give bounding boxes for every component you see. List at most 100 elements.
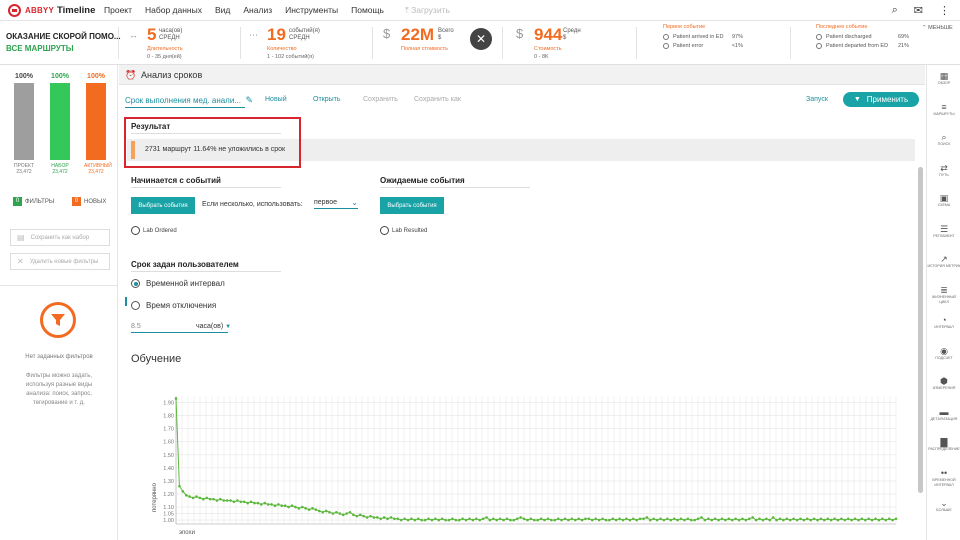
data-point [887,517,891,521]
open-button[interactable]: Открыть [313,96,341,103]
data-point [754,518,758,522]
rail-lifecycle[interactable]: ≣ ЖИЗНЕННЫЙ ЦИКЛ [927,285,960,305]
data-point [730,518,734,522]
divider [380,187,530,188]
kpi-cost[interactable]: $ 944 Средн $ Стоимость 0 - 8K [516,24,626,62]
rail-measure[interactable]: ⬢ ИЗМЕРЕНИЯ [927,376,960,391]
save-button[interactable]: Сохранить [363,96,398,103]
data-point [318,509,321,513]
last-event-row: Patient departed from ED 21% [816,43,909,49]
rail-label: ИЗМЕРЕНИЯ [932,386,956,390]
start-event-tag[interactable]: Lab Ordered [131,226,177,235]
menu-tools[interactable]: Инструменты [285,5,338,15]
analysis-name-field[interactable]: Срок выполнения мед. анали... ✎ [125,95,253,108]
data-point [427,517,430,521]
bar-project[interactable]: 100% ПРОЕКТ 23,472 [12,73,36,175]
menu-project[interactable]: Проект [104,5,132,15]
more-icon: ⌄ [940,498,948,508]
data-point [662,518,666,522]
menu-analysis[interactable]: Анализ [243,5,272,15]
search-icon: ⌕ [941,132,947,142]
pencil-icon[interactable]: ✎ [245,95,253,106]
search-icon[interactable]: ⌕ [892,4,898,17]
last-events[interactable]: Последнее событие Patient discharged 69% … [816,24,909,52]
kpi-count[interactable]: ⋯ 19 событий(я) СРЕДН Количество 1 - 102 … [249,24,369,62]
rail-count[interactable]: ◉ ПОДСЧЕТ [927,346,960,361]
save-as-button[interactable]: Сохранить как [414,96,461,103]
multiple-select[interactable]: первое ⌄ [314,198,358,209]
rail-metrics[interactable]: ↗ ИСТОРИЯ МЕТРИК [927,254,960,269]
first-events[interactable]: Первое событие Patient arrived in ED 97% … [663,24,743,52]
scrollbar[interactable] [918,167,923,493]
expected-event-tag[interactable]: Lab Resulted [380,226,427,235]
data-point [550,518,553,522]
bar-active[interactable]: 100% АКТИВНЫЙ 23,472 [84,73,112,175]
delete-new-filters-button[interactable]: ✕ Удалить новые фильтры [10,253,110,270]
duration-range: 0 - 35 дня(ей) [147,54,182,60]
y-tick-label: 1.70 [163,427,174,433]
data-point [747,517,751,521]
data-point [526,518,529,522]
event-icon [663,43,669,49]
route-set-all[interactable]: ВСЕ МАРШРУТЫ [6,44,74,53]
menu-dataset[interactable]: Набор данных [145,5,202,15]
y-tick-label: 1.60 [163,440,174,446]
menu-view[interactable]: Вид [215,5,230,15]
new-filters-chip[interactable]: 0 НОВЫХ [72,197,106,206]
upload-label: Загрузить [411,4,450,15]
rail-label: ЖИЗНЕННЫЙ ЦИКЛ [931,294,957,304]
data-point [666,517,669,521]
rail-dashboard[interactable]: ▦ ОБЗОР [927,71,960,86]
data-point [805,517,809,521]
data-point [659,517,662,521]
start-events-title: Начинается с событий [131,176,221,185]
kpi-duration[interactable]: ↔ 5 часа(ов) СРЕДН Длительность 0 - 35 дн… [129,24,239,62]
radio-time-interval[interactable]: Временной интервал [131,279,225,288]
rail-detail[interactable]: ▬ ДЕТАЛИЗАЦИЯ [927,407,960,422]
data-point [242,500,246,504]
radio-timeout[interactable]: Время отключения [131,301,216,310]
upload-button[interactable]: ⤒ Загрузить [405,5,450,16]
new-button[interactable]: Новый [265,96,287,103]
analysis-toolbar: Срок выполнения мед. анали... ✎ Новый От… [119,86,925,116]
rail-scheme[interactable]: ▣ СХЕМА [927,193,960,208]
mail-icon[interactable]: ✉ [914,4,923,17]
learning-chart: 1.90 1.80 1.70 1.60 1.50 1.40 1.30 1.20 1.101.05… [152,396,898,536]
kpi-separator [790,27,791,59]
run-button[interactable]: Запуск [806,96,828,103]
data-point [672,517,676,521]
collapse-kpi-button[interactable]: ⌃ МЕНЬШЕ [922,25,953,31]
learning-title: Обучение [131,353,182,365]
bar-dataset[interactable]: 100% НАБОР 23,472 [48,73,72,175]
rail-more[interactable]: ⌄ БОЛЬШЕ [927,498,960,513]
data-point [280,504,284,508]
y-tick-label: 1.30 [163,479,174,485]
kpi-total-cost[interactable]: $ 22M Всего $ Полная стоимость [383,24,463,62]
choose-start-events-button[interactable]: Выбрать события [131,197,195,214]
interval-unit-select[interactable]: часа(ов) ▼ [196,323,231,330]
more-vert-icon[interactable]: ⋮ [939,4,950,17]
data-point [543,518,546,522]
rail-path[interactable]: ⇄ ПУТЬ [927,163,960,178]
menu-help[interactable]: Помощь [351,5,384,15]
rail-rules[interactable]: ☰ РЕГЛАМЕНТ [927,224,960,239]
app-logo: ABBYY Timeline [0,3,104,17]
route-set-title[interactable]: ОКАЗАНИЕ СКОРОЙ ПОМО... [6,32,121,41]
data-point [744,518,748,522]
data-point [761,518,765,522]
rail-distribution[interactable]: ▇ РАСПРЕДЕЛЕНИЕ [927,437,960,452]
rail-time-interval[interactable]: •• ВРЕМЕННОЙ ИНТЕРВАЛ [927,468,960,488]
close-kpi-button[interactable]: ✕ [470,28,492,50]
choose-expected-events-button[interactable]: Выбрать события [380,197,444,214]
save-set-button[interactable]: ▤ Сохранить как набор [10,229,110,246]
chevron-down-icon: ⌄ [351,198,358,207]
filters-chip[interactable]: 0 ФИЛЬТРЫ [13,197,54,206]
user-defined-title: Срок задан пользователем [131,260,239,269]
apply-button[interactable]: ▼ Применить [843,92,919,107]
rail-interval[interactable]: ◔ ИНТЕРВАЛ [927,315,960,330]
total-cost-label: Полная стоимость [401,46,449,52]
rail-routes[interactable]: ≡ МАРШРУТЫ [927,102,960,117]
rail-search[interactable]: ⌕ ПОИСК [927,132,960,147]
data-point [638,517,642,521]
data-point [498,517,502,521]
